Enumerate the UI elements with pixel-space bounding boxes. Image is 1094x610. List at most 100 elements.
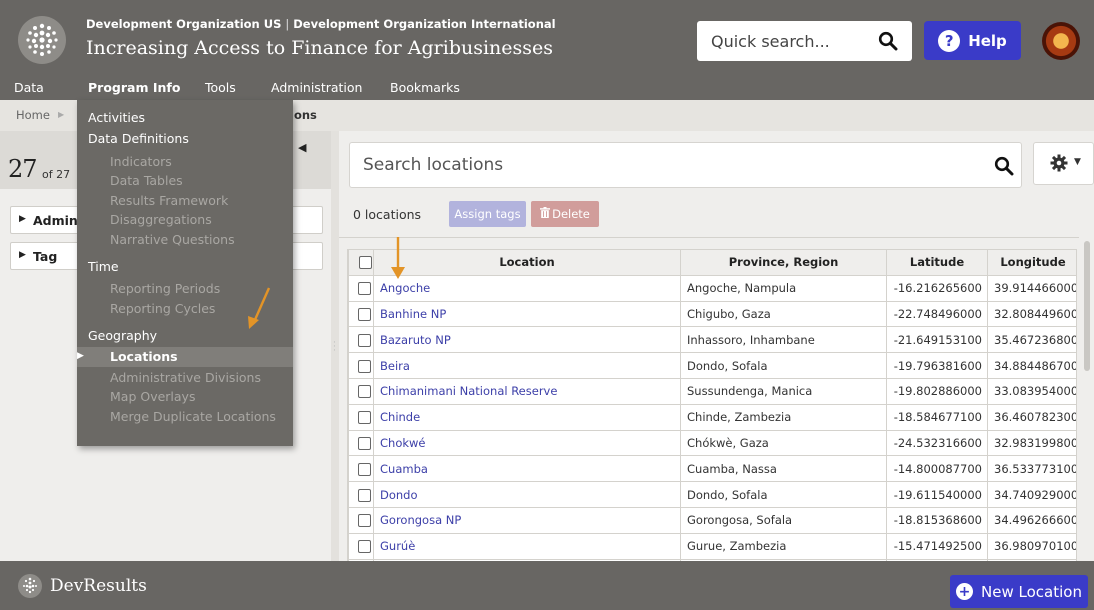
help-label: Help bbox=[968, 31, 1007, 50]
row-checkbox[interactable] bbox=[358, 488, 371, 502]
cell-location: Gorongosa NP bbox=[373, 506, 681, 534]
cell-latitude: -21.649153100 bbox=[886, 326, 988, 354]
nav-data[interactable]: Data bbox=[14, 78, 44, 100]
panel-splitter[interactable]: · · · bbox=[331, 131, 339, 561]
select-all-checkbox[interactable] bbox=[359, 256, 372, 270]
row-checkbox[interactable] bbox=[358, 333, 371, 347]
nav-program-info[interactable]: Program Info bbox=[88, 78, 180, 100]
menu-item-results-framework[interactable]: Results Framework bbox=[110, 193, 228, 208]
menu-heading-activities[interactable]: Activities bbox=[88, 110, 145, 125]
cell-location: Gurúè bbox=[373, 532, 681, 560]
table-row[interactable]: Chokwé Chókwè, Gaza -24.532316600 32.983199… bbox=[348, 429, 1076, 457]
scrollbar[interactable] bbox=[1084, 241, 1090, 371]
location-link[interactable]: Bazaruto NP bbox=[380, 333, 451, 347]
collapse-panel-icon[interactable]: ◀ bbox=[298, 141, 306, 154]
select-all-cell bbox=[348, 249, 374, 276]
cell-longitude: 34.496266600 bbox=[987, 506, 1076, 534]
breadcrumb-current: ions bbox=[290, 108, 317, 122]
org-separator: | bbox=[285, 17, 290, 31]
cell-province-region: Cuamba, Nassa bbox=[680, 455, 887, 483]
nav-tools[interactable]: Tools bbox=[205, 78, 236, 100]
row-checkbox[interactable] bbox=[358, 411, 371, 425]
location-link[interactable]: Angoche bbox=[380, 281, 430, 295]
row-checkbox[interactable] bbox=[358, 514, 371, 528]
table-row[interactable]: Gorongosa NP Gorongosa, Sofala -18.8153686… bbox=[348, 506, 1076, 534]
row-checkbox[interactable] bbox=[358, 540, 371, 554]
org-primary[interactable]: Development Organization US bbox=[86, 17, 281, 31]
devresults-logo-icon bbox=[18, 574, 42, 598]
program-info-menu: Activities Data Definitions Indicators D… bbox=[77, 100, 293, 446]
org-secondary[interactable]: Development Organization International bbox=[293, 17, 555, 31]
row-select-cell bbox=[348, 300, 374, 328]
quick-search-input[interactable] bbox=[697, 21, 867, 61]
location-search-input[interactable] bbox=[350, 143, 970, 187]
row-checkbox[interactable] bbox=[358, 462, 371, 476]
search-icon[interactable] bbox=[994, 156, 1014, 179]
user-avatar[interactable] bbox=[1042, 22, 1080, 60]
menu-item-reporting-cycles[interactable]: Reporting Cycles bbox=[110, 301, 215, 316]
table-row[interactable]: Angoche Angoche, Nampula -16.216265600 39.9… bbox=[348, 274, 1076, 302]
cell-province-region: Chókwè, Gaza bbox=[680, 429, 887, 457]
table-row[interactable]: Dondo Dondo, Sofala -19.611540000 34.740929… bbox=[348, 481, 1076, 508]
settings-dropdown-button[interactable]: ▼ bbox=[1033, 142, 1094, 185]
menu-item-administrative-divisions[interactable]: Administrative Divisions bbox=[110, 370, 261, 385]
menu-item-merge-duplicate-locations[interactable]: Merge Duplicate Locations bbox=[110, 409, 276, 424]
row-checkbox[interactable] bbox=[358, 282, 371, 296]
nav-bookmarks[interactable]: Bookmarks bbox=[390, 78, 460, 100]
cell-latitude: -19.802886000 bbox=[886, 377, 988, 405]
menu-item-indicators[interactable]: Indicators bbox=[110, 154, 172, 169]
column-header-location[interactable]: Location bbox=[373, 249, 681, 276]
table-row[interactable]: Gurúè Gurue, Zambezia -15.471492500 36.9809… bbox=[348, 532, 1076, 560]
menu-item-reporting-periods[interactable]: Reporting Periods bbox=[110, 281, 220, 296]
menu-heading-data-definitions: Data Definitions bbox=[88, 131, 189, 146]
trash-icon bbox=[540, 207, 551, 221]
menu-item-disaggregations[interactable]: Disaggregations bbox=[110, 212, 212, 227]
table-row[interactable]: Chinde Chinde, Zambezia -18.584677100 36.46… bbox=[348, 403, 1076, 431]
delete-button[interactable]: Delete bbox=[531, 201, 599, 227]
menu-item-map-overlays[interactable]: Map Overlays bbox=[110, 389, 195, 404]
help-button[interactable]: ? Help bbox=[924, 21, 1021, 60]
location-link[interactable]: Beira bbox=[380, 359, 410, 373]
menu-heading-time: Time bbox=[88, 259, 119, 274]
cell-location: Bazaruto NP bbox=[373, 326, 681, 354]
footer-brand: DevResults bbox=[50, 576, 147, 596]
location-link[interactable]: Dondo bbox=[380, 488, 418, 502]
drag-handle-icon[interactable]: · · · bbox=[333, 339, 336, 356]
location-link[interactable]: Banhine NP bbox=[380, 307, 446, 321]
search-icon[interactable] bbox=[878, 31, 898, 54]
nav-administration[interactable]: Administration bbox=[271, 78, 362, 100]
location-link[interactable]: Cuamba bbox=[380, 462, 428, 476]
table-row[interactable]: Banhine NP Chigubo, Gaza -22.748496000 32.8… bbox=[348, 300, 1076, 328]
location-link[interactable]: Gorongosa NP bbox=[380, 513, 461, 527]
menu-item-data-tables[interactable]: Data Tables bbox=[110, 173, 183, 188]
cell-location: Angoche bbox=[373, 274, 681, 302]
breadcrumb-home[interactable]: Home bbox=[16, 108, 50, 122]
column-header-latitude[interactable]: Latitude bbox=[886, 249, 988, 276]
cell-location: Cuamba bbox=[373, 455, 681, 483]
menu-item-narrative-questions[interactable]: Narrative Questions bbox=[110, 232, 235, 247]
column-header-longitude[interactable]: Longitude bbox=[987, 249, 1076, 276]
row-checkbox[interactable] bbox=[358, 359, 371, 373]
table-row[interactable]: Beira Dondo, Sofala -19.796381600 34.884486… bbox=[348, 352, 1076, 379]
menu-item-locations[interactable]: ▶ Locations bbox=[77, 347, 293, 367]
table-row[interactable]: Cuamba Cuamba, Nassa -14.800087700 36.53377… bbox=[348, 455, 1076, 483]
new-location-button[interactable]: + New Location bbox=[950, 575, 1088, 608]
location-link[interactable]: Chinde bbox=[380, 410, 420, 424]
assign-tags-button[interactable]: Assign tags bbox=[449, 201, 526, 227]
row-checkbox[interactable] bbox=[358, 436, 371, 450]
location-link[interactable]: Chokwé bbox=[380, 436, 426, 450]
location-link[interactable]: Chimanimani National Reserve bbox=[380, 384, 557, 398]
column-header-province-region[interactable]: Province, Region bbox=[680, 249, 887, 276]
facet-tag-label: Tag bbox=[33, 249, 58, 264]
org-logo[interactable] bbox=[18, 16, 66, 64]
cell-location: Chinde bbox=[373, 403, 681, 431]
row-checkbox[interactable] bbox=[358, 385, 371, 399]
location-link[interactable]: Gurúè bbox=[380, 539, 415, 553]
menu-item-locations-label: Locations bbox=[110, 349, 178, 364]
table-row[interactable]: Chimanimani National Reserve Sussundenga,… bbox=[348, 377, 1076, 405]
plus-circle-icon: + bbox=[956, 583, 974, 600]
cell-longitude: 32.983199800 bbox=[987, 429, 1076, 457]
table-row[interactable]: Bazaruto NP Inhassoro, Inhambane -21.64915… bbox=[348, 326, 1076, 354]
cell-province-region: Dondo, Sofala bbox=[680, 481, 887, 508]
row-checkbox[interactable] bbox=[358, 307, 371, 321]
